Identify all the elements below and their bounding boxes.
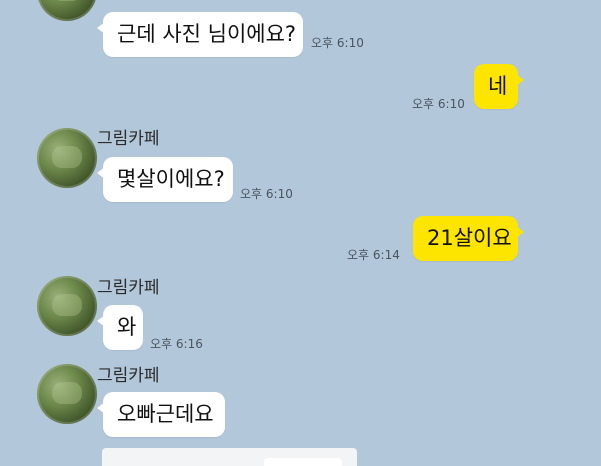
partial-card-button[interactable] — [264, 458, 342, 466]
message-text: 근데 사진 님이에요? — [117, 22, 297, 46]
incoming-message-bubble[interactable]: 와 — [97, 305, 143, 350]
message-text: 네 — [488, 74, 508, 98]
message-timestamp: 오후 6:14 — [347, 248, 400, 262]
outgoing-message-bubble[interactable]: 21살이요 — [413, 216, 524, 261]
incoming-message-bubble[interactable]: 오빠근데요 — [97, 392, 225, 437]
sender-name: 그림카페 — [97, 129, 160, 149]
sender-name: 그림카페 — [97, 366, 160, 386]
message-text: 몇살이에요? — [117, 167, 225, 191]
message-timestamp: 오후 6:16 — [150, 337, 203, 351]
message-text: 오빠근데요 — [117, 402, 214, 426]
sender-avatar[interactable] — [37, 128, 97, 188]
incoming-message-bubble[interactable]: 몇살이에요? — [97, 157, 233, 202]
message-timestamp: 오후 6:10 — [311, 36, 364, 50]
sender-avatar[interactable] — [37, 276, 97, 336]
chat-room[interactable]: 근데 사진 님이에요? 오후 6:10 오후 6:10 네 그림카페 몇살이에요… — [0, 0, 601, 466]
sender-name: 그림카페 — [97, 278, 160, 298]
outgoing-message-bubble[interactable]: 네 — [474, 64, 524, 109]
message-timestamp: 오후 6:10 — [240, 187, 293, 201]
message-timestamp: 오후 6:10 — [412, 97, 465, 111]
message-text: 와 — [117, 315, 137, 339]
incoming-message-bubble[interactable]: 근데 사진 님이에요? — [97, 12, 303, 57]
sender-avatar[interactable] — [37, 0, 97, 21]
message-text: 21살이요 — [427, 226, 512, 250]
sender-avatar[interactable] — [37, 364, 97, 424]
